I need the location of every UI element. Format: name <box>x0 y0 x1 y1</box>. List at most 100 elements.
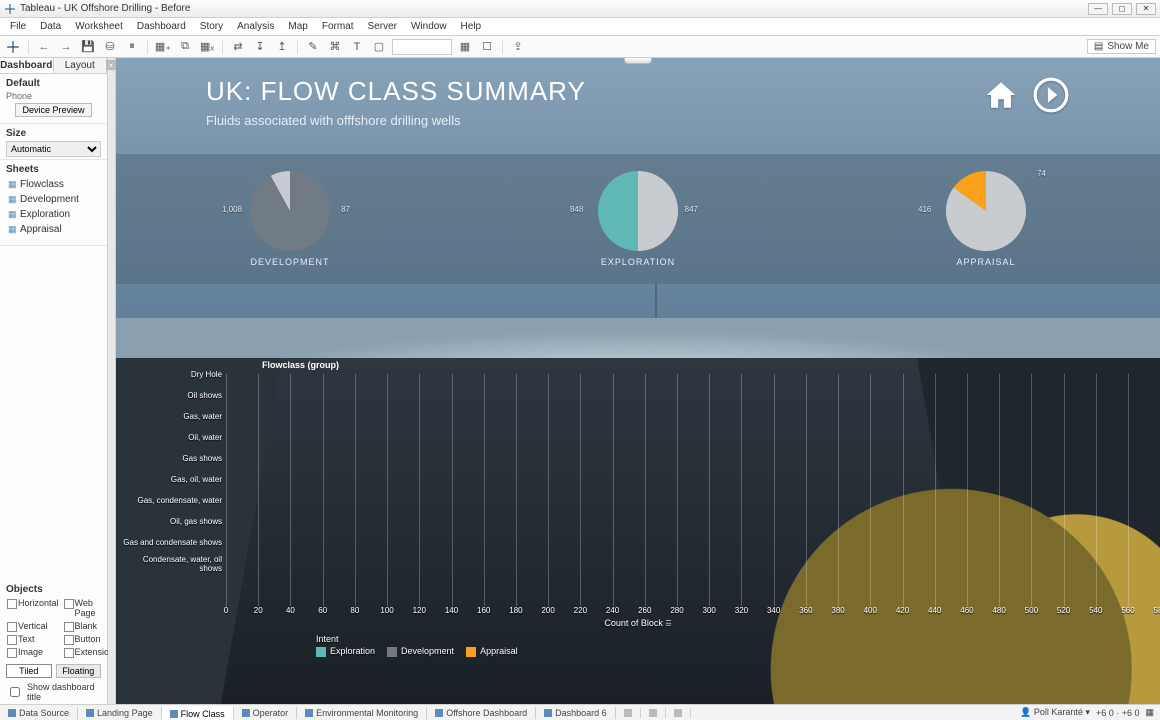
sheet-tab[interactable]: Data Source <box>0 707 78 719</box>
new-story-icon[interactable] <box>666 708 691 718</box>
tab-layout[interactable]: Layout <box>54 58 108 73</box>
sort-asc-button[interactable]: ↧ <box>251 38 269 56</box>
pie-label: DEVELOPMENT <box>190 257 390 267</box>
tab-dashboard[interactable]: Dashboard <box>0 58 54 73</box>
x-tick: 220 <box>574 606 587 615</box>
object-image[interactable]: Image <box>6 646 61 658</box>
menu-format[interactable]: Format <box>316 20 360 33</box>
legend-item[interactable]: Appraisal <box>466 646 518 657</box>
new-dashboard-icon[interactable] <box>641 708 666 718</box>
sheets-label: Sheets <box>6 164 101 175</box>
fit-selector[interactable] <box>392 39 452 55</box>
dashboard-canvas[interactable]: UK: FLOW CLASS SUMMARY Fluids associated… <box>116 58 1160 704</box>
x-tick: 340 <box>767 606 780 615</box>
window-maximize-button[interactable]: ◻ <box>1112 3 1132 15</box>
bar-row[interactable]: Gas, condensate, water <box>226 490 1128 511</box>
pie-row: 1,008 87 DEVELOPMENT 848 847 EXPLORATION… <box>116 154 1160 284</box>
sheet-item[interactable]: Exploration <box>6 207 101 222</box>
show-me-button[interactable]: ▤ Show Me <box>1087 39 1156 54</box>
bar-category-label: Gas shows <box>122 454 222 463</box>
pane-resize-handle[interactable]: × <box>108 58 116 704</box>
toolbar-separator <box>147 40 148 54</box>
sheet-tab[interactable]: Flow Class <box>162 706 234 720</box>
duplicate-button[interactable]: ⧉ <box>176 38 194 56</box>
status-coords: +6 0 · +6 0 <box>1096 708 1140 718</box>
x-axis-ticks: 0204060801001201401601802002202402602803… <box>226 606 1128 618</box>
menu-analysis[interactable]: Analysis <box>231 20 280 33</box>
device-default-label[interactable]: Default <box>6 78 101 89</box>
sort-desc-button[interactable]: ↥ <box>273 38 291 56</box>
bar-row[interactable]: Gas shows <box>226 448 1128 469</box>
axis-dropdown-icon[interactable]: ☰ <box>665 621 671 628</box>
window-close-button[interactable]: ✕ <box>1136 3 1156 15</box>
status-grid-icon[interactable]: ▦ <box>1145 707 1154 718</box>
menu-story[interactable]: Story <box>194 20 229 33</box>
size-label: Size <box>6 128 101 139</box>
window-minimize-button[interactable]: — <box>1088 3 1108 15</box>
toolbar-separator <box>222 40 223 54</box>
object-text[interactable]: Text <box>6 633 61 645</box>
legend-item[interactable]: Development <box>387 646 454 657</box>
show-title-checkbox[interactable]: Show dashboard title <box>6 682 101 702</box>
next-icon[interactable] <box>1032 76 1070 119</box>
device-preview-button[interactable]: Device Preview <box>15 103 91 117</box>
group-button[interactable]: ⌘ <box>326 38 344 56</box>
new-datasource-button[interactable]: ⛁ <box>101 38 119 56</box>
share-button[interactable]: ⇪ <box>509 38 527 56</box>
save-button[interactable]: 💾 <box>79 38 97 56</box>
sheet-item[interactable]: Flowclass <box>6 177 101 192</box>
home-icon[interactable] <box>984 78 1018 117</box>
tiled-button[interactable]: Tiled <box>6 664 52 678</box>
menu-worksheet[interactable]: Worksheet <box>69 20 129 33</box>
pie-chart[interactable]: 1,008 87 <box>250 171 330 251</box>
bar-row[interactable]: Oil shows <box>226 385 1128 406</box>
pie-chart[interactable]: 416 74 <box>946 171 1026 251</box>
bar-row[interactable]: Gas, oil, water <box>226 469 1128 490</box>
bar-row[interactable]: Gas and condensate shows <box>226 532 1128 553</box>
sheet-item[interactable]: Development <box>6 192 101 207</box>
tableau-logo-icon[interactable] <box>4 38 22 56</box>
menu-server[interactable]: Server <box>362 20 403 33</box>
menu-window[interactable]: Window <box>405 20 453 33</box>
new-worksheet-icon[interactable] <box>616 708 641 718</box>
sheet-tab[interactable]: Operator <box>234 707 298 719</box>
pane-collapse-button[interactable]: × <box>106 60 116 70</box>
dashboard-drag-handle[interactable] <box>624 58 652 64</box>
object-vertical[interactable]: Vertical <box>6 620 61 632</box>
object-horizontal[interactable]: Horizontal <box>6 597 61 619</box>
bar-row[interactable]: Condensate, water, oil shows <box>226 553 1128 574</box>
size-selector[interactable]: Automatic <box>6 141 101 157</box>
clear-button[interactable]: ▦ₓ <box>198 38 216 56</box>
sheet-tab[interactable]: Offshore Dashboard <box>427 707 536 719</box>
pie-chart[interactable]: 848 847 <box>598 171 678 251</box>
pin-button[interactable]: ☐ <box>478 38 496 56</box>
presentation-button[interactable]: ▢ <box>370 38 388 56</box>
menu-help[interactable]: Help <box>455 20 488 33</box>
device-phone-label[interactable]: Phone <box>6 91 101 101</box>
sheet-tab[interactable]: Dashboard 6 <box>536 707 616 719</box>
menu-map[interactable]: Map <box>282 20 313 33</box>
forward-button[interactable]: → <box>57 38 75 56</box>
x-tick: 160 <box>477 606 490 615</box>
pause-button[interactable]: ⏸ <box>123 38 141 56</box>
sheet-tab-icon <box>544 709 552 717</box>
bar-row[interactable]: Oil, water <box>226 427 1128 448</box>
legend-item[interactable]: Exploration <box>316 646 375 657</box>
dashboard-title: UK: FLOW CLASS SUMMARY <box>206 76 1070 107</box>
floating-button[interactable]: Floating <box>56 664 102 678</box>
sheet-item[interactable]: Appraisal <box>6 222 101 237</box>
sheet-tab[interactable]: Landing Page <box>78 707 162 719</box>
sheet-tab[interactable]: Environmental Monitoring <box>297 707 427 719</box>
bar-row[interactable]: Dry Hole <box>226 364 1128 385</box>
back-button[interactable]: ← <box>35 38 53 56</box>
bar-row[interactable]: Oil, gas shows <box>226 511 1128 532</box>
menu-data[interactable]: Data <box>34 20 67 33</box>
highlight-button[interactable]: ✎ <box>304 38 322 56</box>
labels-button[interactable]: T <box>348 38 366 56</box>
swap-button[interactable]: ⇄ <box>229 38 247 56</box>
menu-dashboard[interactable]: Dashboard <box>131 20 192 33</box>
menu-file[interactable]: File <box>4 20 32 33</box>
bar-row[interactable]: Gas, water <box>226 406 1128 427</box>
fit-cards-button[interactable]: ▦ <box>456 38 474 56</box>
new-worksheet-button[interactable]: ▦₊ <box>154 38 172 56</box>
